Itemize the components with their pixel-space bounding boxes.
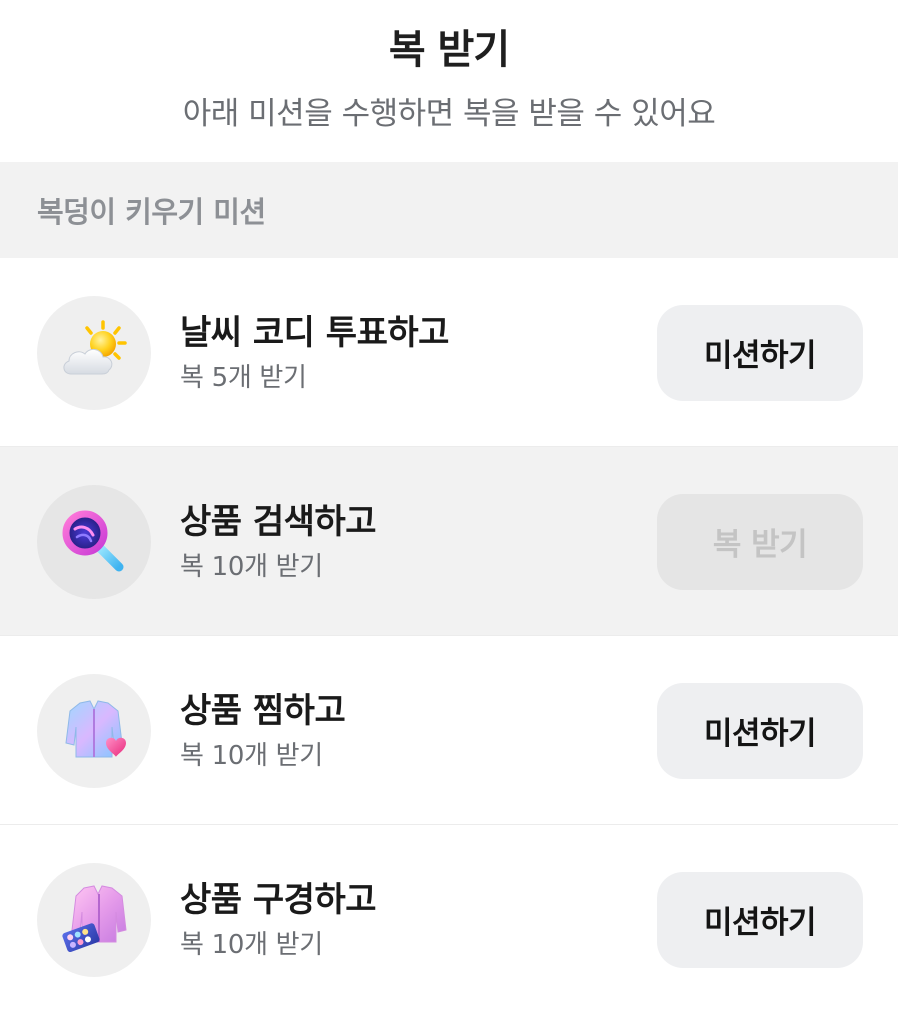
mission-row-weather-vote: 날씨 코디 투표하고 복 5개 받기 미션하기 <box>0 258 898 447</box>
jacket-palette-icon <box>37 862 151 977</box>
mission-list: 날씨 코디 투표하고 복 5개 받기 미션하기 상품 검색하고 복 10개 받기… <box>0 258 898 1013</box>
mission-text: 날씨 코디 투표하고 복 5개 받기 <box>180 310 449 396</box>
mission-name: 상품 찜하고 <box>180 690 346 731</box>
mission-reward: 복 10개 받기 <box>180 551 323 582</box>
mission-row-wishlist: 상품 찜하고 복 10개 받기 미션하기 <box>0 636 898 825</box>
mission-row-search: 상품 검색하고 복 10개 받기 복 받기 <box>0 447 898 636</box>
mission-row-browse: 상품 구경하고 복 10개 받기 미션하기 <box>0 825 898 1013</box>
mission-reward: 복 5개 받기 <box>180 362 307 393</box>
mission-reward: 복 10개 받기 <box>180 929 323 960</box>
claim-reward-button[interactable]: 복 받기 <box>657 493 863 590</box>
mission-name: 상품 구경하고 <box>180 879 377 920</box>
jacket-heart-icon <box>37 673 151 788</box>
mission-name: 상품 검색하고 <box>180 501 377 542</box>
mission-text: 상품 검색하고 복 10개 받기 <box>180 499 377 585</box>
mission-button[interactable]: 미션하기 <box>657 871 863 968</box>
mission-button[interactable]: 미션하기 <box>657 682 863 779</box>
section-title: 복덩이 키우기 미션 <box>37 195 266 229</box>
reward-page: 복 받기 아래 미션을 수행하면 복을 받을 수 있어요 복덩이 키우기 미션 <box>0 0 898 1013</box>
page-subtitle: 아래 미션을 수행하면 복을 받을 수 있어요 <box>182 96 716 132</box>
section-header: 복덩이 키우기 미션 <box>0 162 898 258</box>
mission-reward: 복 10개 받기 <box>180 740 323 771</box>
mission-text: 상품 구경하고 복 10개 받기 <box>180 877 377 963</box>
page-header: 복 받기 아래 미션을 수행하면 복을 받을 수 있어요 <box>0 0 898 162</box>
mission-button[interactable]: 미션하기 <box>657 304 863 401</box>
weather-sun-cloud-icon <box>37 295 151 410</box>
page-title: 복 받기 <box>388 27 510 73</box>
mission-name: 날씨 코디 투표하고 <box>180 312 449 353</box>
magnifier-search-icon <box>37 484 151 599</box>
mission-text: 상품 찜하고 복 10개 받기 <box>180 688 346 774</box>
